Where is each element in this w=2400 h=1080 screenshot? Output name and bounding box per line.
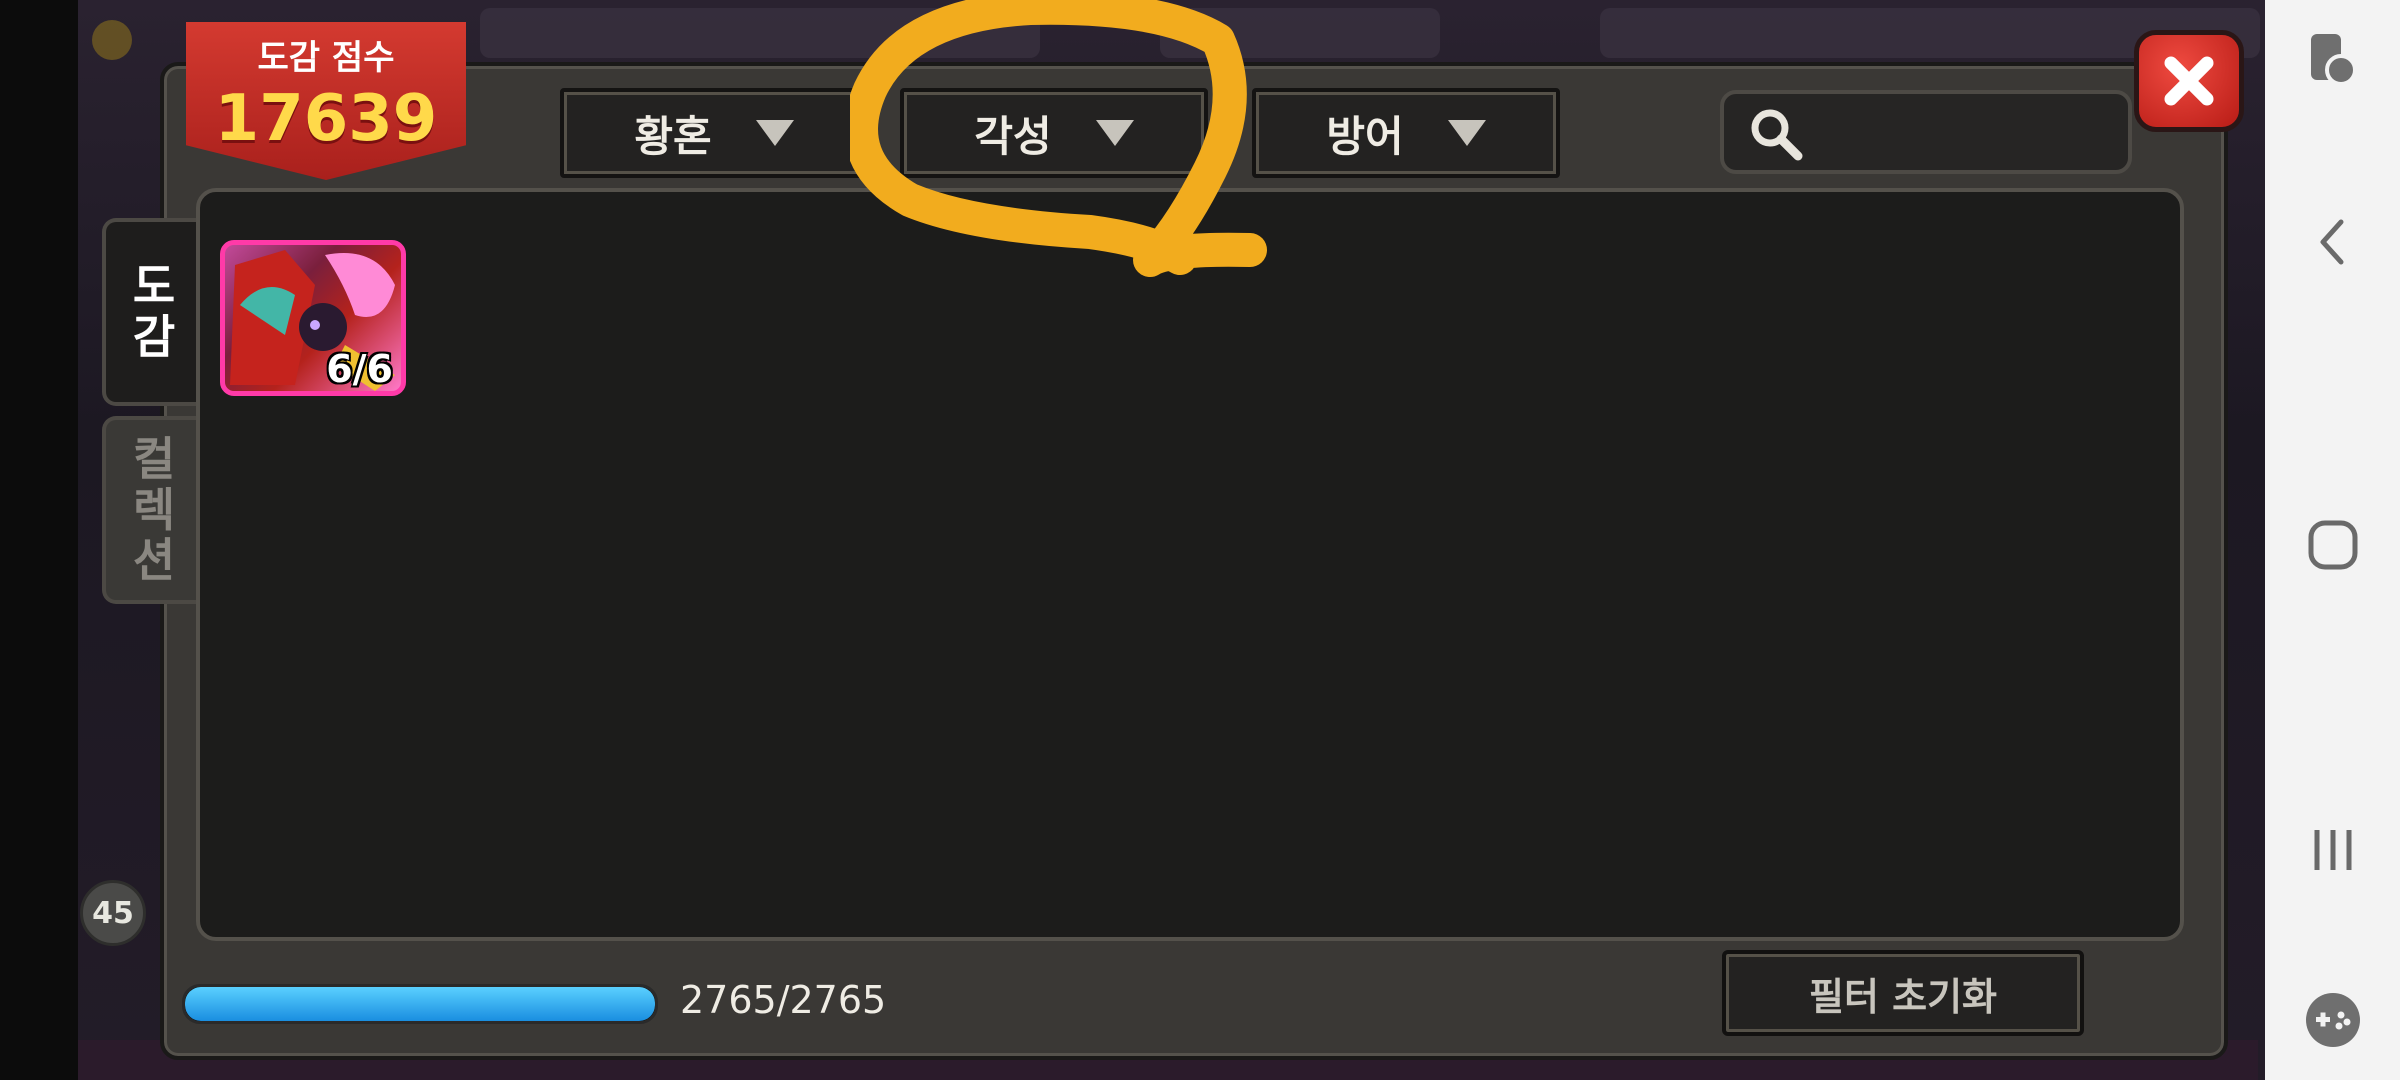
collection-list-area <box>196 188 2184 941</box>
score-label: 도감 점수 <box>257 38 395 78</box>
game-controller-icon <box>2305 993 2360 1047</box>
background-hud-bar <box>480 8 1040 58</box>
screen-touch-icon <box>2310 34 2357 86</box>
close-button[interactable] <box>2134 30 2244 132</box>
game-tools-button[interactable] <box>2265 990 2400 1050</box>
home-icon <box>2308 520 2357 570</box>
home-button[interactable] <box>2265 515 2400 575</box>
back-button[interactable] <box>2265 212 2400 272</box>
tab-dogam[interactable]: 도 감 <box>102 218 202 406</box>
score-value: 17639 <box>214 82 438 156</box>
game-screen: 45 도감 점수 17639 황혼 각성 방어 도 감 컬 렉 션 6/6 27… <box>0 0 2265 1080</box>
tab-char: 션 <box>132 533 176 588</box>
progress-text: 2765/2765 <box>680 978 887 1022</box>
android-navigation-bar <box>2265 0 2400 1080</box>
dropdown-arrow-icon <box>1447 120 1486 146</box>
item-count: 6/6 <box>326 347 393 391</box>
filter-label: 방어 <box>1326 111 1404 161</box>
tab-collection[interactable]: 컬 렉 션 <box>102 416 202 604</box>
recents-button[interactable] <box>2265 820 2400 880</box>
background-left-edge <box>0 0 78 1080</box>
recents-icon <box>2314 830 2351 870</box>
filter-reset-button[interactable]: 필터 초기화 <box>1722 950 2084 1036</box>
tab-char: 도 <box>132 259 176 314</box>
filter-dropdown-1[interactable]: 황혼 <box>560 88 868 178</box>
filter-dropdown-2[interactable]: 각성 <box>900 88 1208 178</box>
progress-fill <box>185 987 655 1021</box>
filter-dropdown-3[interactable]: 방어 <box>1252 88 1560 178</box>
back-icon <box>2320 219 2343 265</box>
search-input[interactable] <box>1720 90 2132 174</box>
tab-char: 컬 <box>132 432 176 487</box>
background-level-badge: 45 <box>80 880 146 946</box>
background-hud-bar <box>1160 8 1440 58</box>
collection-progress-bar <box>182 984 658 1024</box>
filter-label: 각성 <box>974 111 1052 161</box>
background-currency-icon <box>92 20 132 60</box>
dropdown-arrow-icon <box>1095 120 1134 146</box>
close-x-icon <box>2164 56 2214 106</box>
screen-touch-button[interactable] <box>2265 30 2400 90</box>
dropdown-arrow-icon <box>755 120 794 146</box>
tab-char: 렉 <box>132 482 176 537</box>
collection-item-card[interactable]: 6/6 <box>220 240 406 396</box>
magnifier-icon <box>1751 109 1803 161</box>
tab-char: 감 <box>132 310 176 364</box>
filter-label: 황혼 <box>634 111 712 161</box>
